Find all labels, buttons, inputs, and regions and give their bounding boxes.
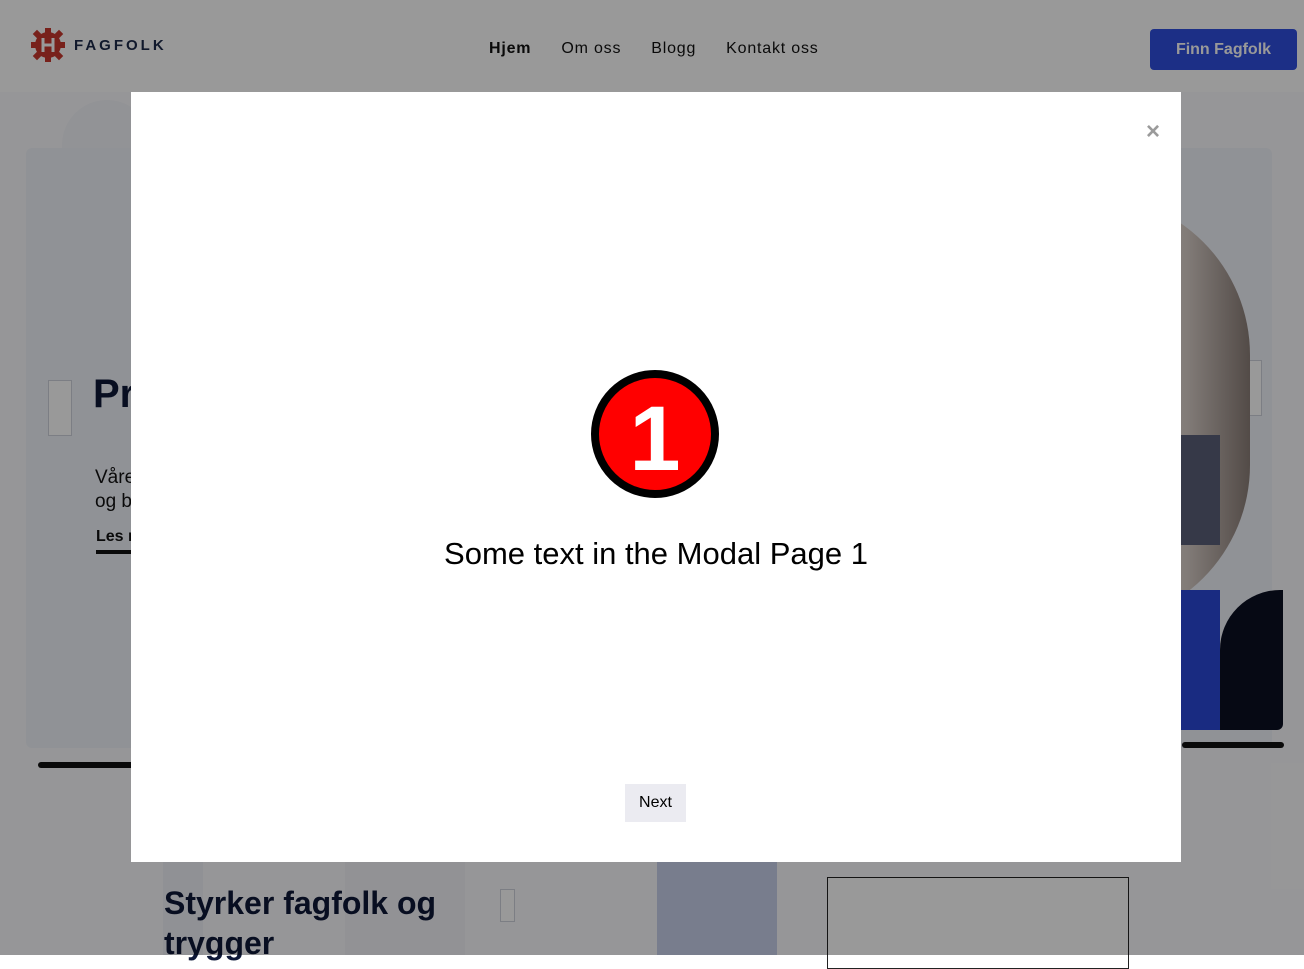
modal-dialog: × 1 Some text in the Modal Page 1 Next — [131, 92, 1181, 862]
modal-body-text: Some text in the Modal Page 1 — [444, 536, 868, 571]
step-number-badge: 1 — [591, 370, 719, 498]
next-button[interactable]: Next — [625, 784, 686, 822]
close-icon[interactable]: × — [1143, 120, 1163, 144]
step-number: 1 — [629, 388, 680, 490]
